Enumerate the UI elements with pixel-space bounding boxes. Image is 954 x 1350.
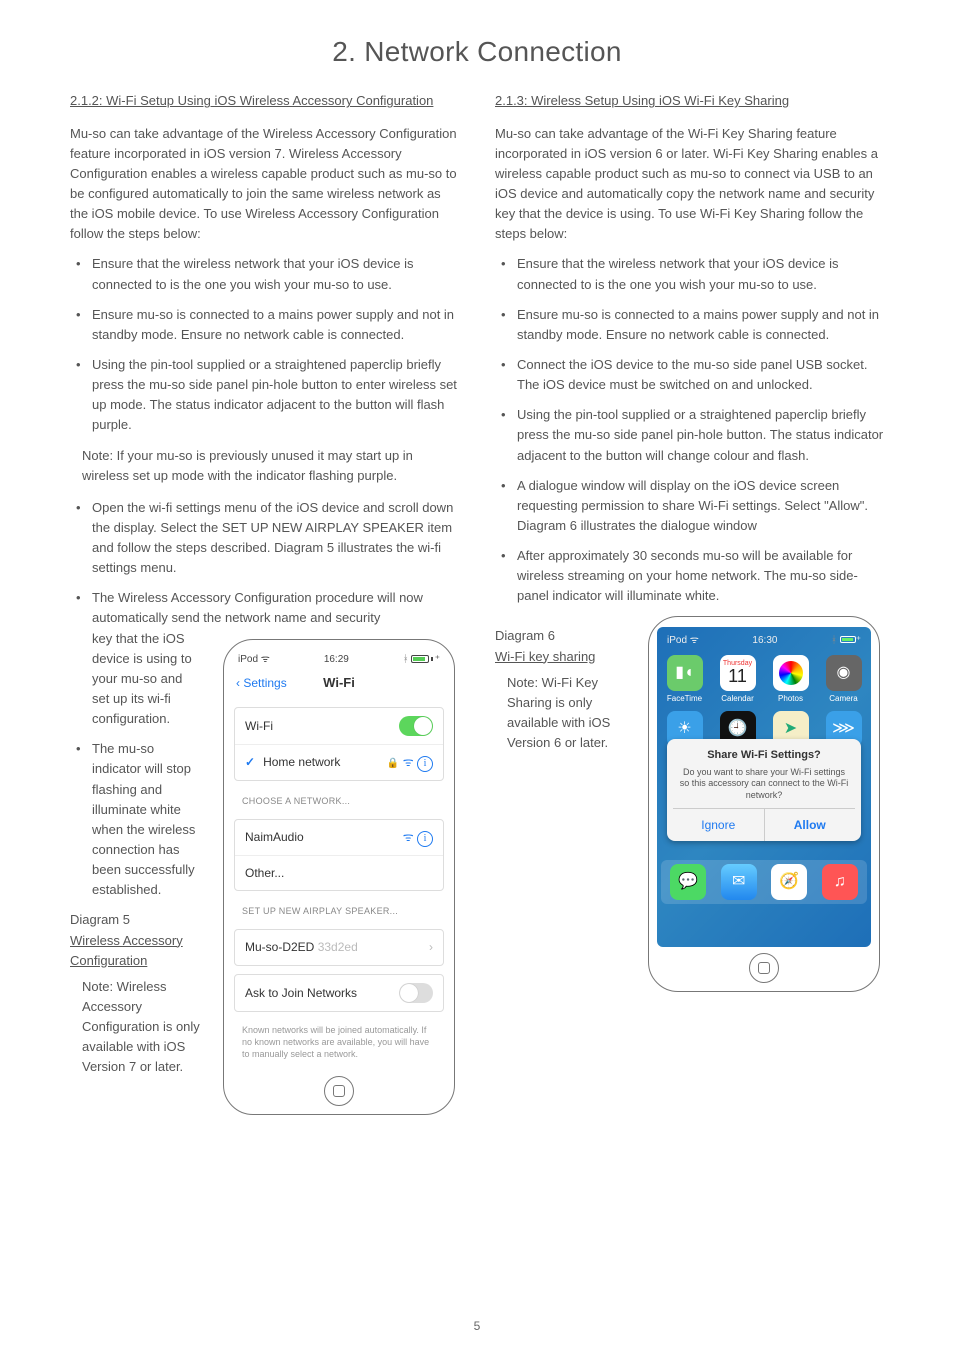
facetime-app-icon[interactable]: ▮◖ xyxy=(667,655,703,691)
right-bullet: Ensure that the wireless network that yo… xyxy=(495,254,884,294)
wifi-signal-icon: ᯤ xyxy=(403,830,414,844)
battery-icon: ᚼ ⁺ xyxy=(831,633,861,649)
right-bullet: Ensure mu-so is connected to a mains pow… xyxy=(495,305,884,345)
home-button[interactable] xyxy=(749,953,779,983)
music-app-icon[interactable]: ♫ xyxy=(822,864,858,900)
nav-title: Wi-Fi xyxy=(323,673,355,693)
bluetooth-icon: ᚼ xyxy=(403,652,409,668)
status-time: 16:30 xyxy=(752,633,777,649)
diagram5-title: Diagram 5 xyxy=(70,910,202,930)
dialog-allow-button[interactable]: Allow xyxy=(765,809,856,842)
home-button[interactable] xyxy=(324,1076,354,1106)
left-bullet: Using the pin-tool supplied or a straigh… xyxy=(70,355,459,436)
ask-join-toggle[interactable] xyxy=(399,983,433,1003)
left-note: Note: If your mu-so is previously unused… xyxy=(82,446,459,486)
share-wifi-dialog: Share Wi-Fi Settings? Do you want to sha… xyxy=(667,739,861,841)
diagram6-subtitle: Wi-Fi key sharing xyxy=(495,647,627,667)
network-row[interactable]: NaimAudio xyxy=(245,828,304,847)
mail-app-icon[interactable]: ✉ xyxy=(721,864,757,900)
bluetooth-icon: ᚼ xyxy=(831,635,837,646)
wifi-toggle-label: Wi-Fi xyxy=(245,717,273,736)
diagram5-subtitle: Wireless Accessory Configuration xyxy=(70,931,202,971)
left-intro: Mu-so can take advantage of the Wireless… xyxy=(70,124,459,245)
ask-join-label: Ask to Join Networks xyxy=(245,984,357,1003)
right-bullet: Connect the iOS device to the mu-so side… xyxy=(495,355,884,395)
app-label: FaceTime xyxy=(667,693,702,705)
right-intro: Mu-so can take advantage of the Wi-Fi Ke… xyxy=(495,124,884,245)
left-bullet: The mu-so indicator will stop flashing a… xyxy=(70,739,202,900)
connected-network[interactable]: Home network xyxy=(263,753,340,772)
right-bullet: Using the pin-tool supplied or a straigh… xyxy=(495,405,884,465)
diagram6-title: Diagram 6 xyxy=(495,626,627,646)
battery-icon: ᚼ⁺ xyxy=(403,652,440,668)
left-bullet-cont: key that the iOS device is using to your… xyxy=(92,629,202,730)
calendar-app-icon[interactable]: Thursday11 xyxy=(720,655,756,691)
left-bullet: Ensure that the wireless network that yo… xyxy=(70,254,459,294)
right-subheading: 2.1.3: Wireless Setup Using iOS Wi-Fi Ke… xyxy=(495,91,884,111)
status-carrier: iPod ᯤ xyxy=(238,652,270,668)
network-other[interactable]: Other... xyxy=(245,864,284,883)
wifi-icon: ᯤ xyxy=(261,652,270,668)
section-airplay-speaker: SET UP NEW AIRPLAY SPEAKER... xyxy=(232,899,446,921)
left-bullet-partial: The Wireless Accessory Configuration pro… xyxy=(70,588,459,628)
status-carrier: iPod ᯤ xyxy=(667,633,699,649)
info-icon[interactable]: i xyxy=(417,756,433,772)
airplay-speaker-row[interactable]: Mu-so-D2ED 33d2ed xyxy=(245,938,358,957)
left-bullet: Open the wi-fi settings menu of the iOS … xyxy=(70,498,459,579)
info-icon[interactable]: i xyxy=(417,831,433,847)
safari-app-icon[interactable]: 🧭 xyxy=(771,864,807,900)
chevron-right-icon: › xyxy=(429,938,433,957)
app-label: Calendar xyxy=(721,693,753,705)
section-choose-network: CHOOSE A NETWORK... xyxy=(232,789,446,811)
lock-icon: 🔒 xyxy=(387,758,399,769)
wifi-footer-note: Known networks will be joined automatica… xyxy=(232,1020,446,1070)
nav-back[interactable]: ‹ Settings xyxy=(236,674,287,693)
app-label: Camera xyxy=(829,693,857,705)
app-label: Photos xyxy=(778,693,803,705)
wifi-icon: ᯤ xyxy=(690,635,699,646)
ios-homescreen-mock: iPod ᯤ 16:30 ᚼ ⁺ ▮◖ FaceTime Thursday11 Ca… xyxy=(648,616,880,992)
photos-app-icon[interactable] xyxy=(773,655,809,691)
camera-app-icon[interactable]: ◉ xyxy=(826,655,862,691)
dialog-body: Do you want to share your Wi-Fi settings… xyxy=(673,767,855,802)
wifi-signal-icon: ᯤ xyxy=(403,755,414,769)
ios-wifi-settings-mock: iPod ᯤ 16:29 ᚼ⁺ ‹ Settings Wi-Fi Wi-Fi xyxy=(223,639,455,1116)
right-bullet: After approximately 30 seconds mu-so wil… xyxy=(495,546,884,606)
dialog-ignore-button[interactable]: Ignore xyxy=(673,809,765,842)
status-time: 16:29 xyxy=(324,652,349,668)
page-title: 2. Network Connection xyxy=(70,30,884,73)
messages-app-icon[interactable]: 💬 xyxy=(670,864,706,900)
check-icon: ✓ xyxy=(245,753,255,772)
wifi-toggle[interactable] xyxy=(399,716,433,736)
right-bullet: A dialogue window will display on the iO… xyxy=(495,476,884,536)
dialog-title: Share Wi-Fi Settings? xyxy=(673,747,855,764)
left-bullet: Ensure mu-so is connected to a mains pow… xyxy=(70,305,459,345)
left-column: 2.1.2: Wi-Fi Setup Using iOS Wireless Ac… xyxy=(70,91,459,1115)
right-column: 2.1.3: Wireless Setup Using iOS Wi-Fi Ke… xyxy=(495,91,884,1115)
page-number: 5 xyxy=(0,1317,954,1336)
left-subheading: 2.1.2: Wi-Fi Setup Using iOS Wireless Ac… xyxy=(70,91,459,111)
diagram5-note: Note: Wireless Accessory Configuration i… xyxy=(70,977,202,1078)
diagram6-note: Note: Wi-Fi Key Sharing is only availabl… xyxy=(495,673,627,754)
